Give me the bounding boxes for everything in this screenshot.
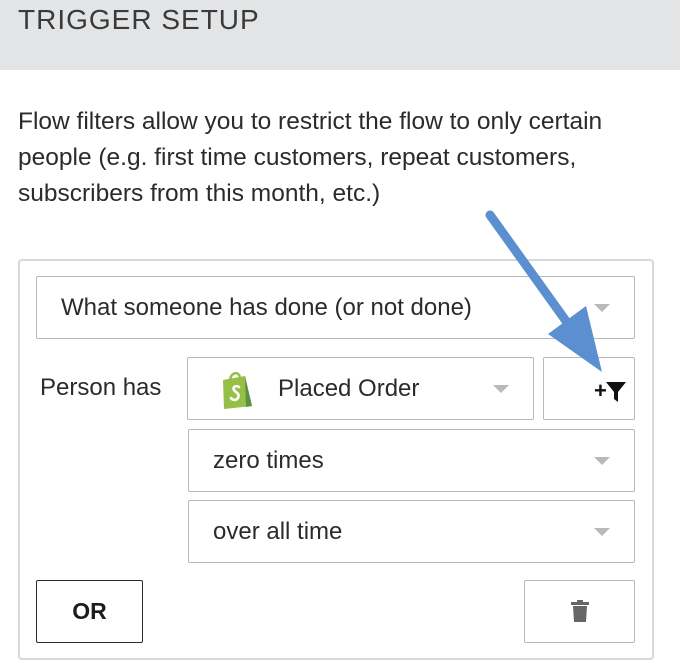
frequency-value: zero times — [213, 446, 324, 474]
frequency-select[interactable]: zero times — [188, 429, 635, 492]
funnel-icon — [606, 382, 626, 402]
timeframe-select[interactable]: over all time — [188, 500, 635, 563]
condition-type-select[interactable]: What someone has done (or not done) — [36, 276, 635, 339]
flow-filter-description: Flow filters allow you to restrict the f… — [18, 108, 603, 207]
timeframe-value: over all time — [213, 517, 343, 545]
plus-icon: + — [594, 378, 607, 403]
delete-button[interactable] — [524, 580, 635, 643]
condition-type-value: What someone has done (or not done) — [61, 293, 472, 321]
add-filter-button[interactable]: + — [543, 357, 635, 420]
shopify-bag-icon — [223, 372, 252, 409]
trigger-setup-header: TRIGGER SETUP — [0, 0, 680, 70]
event-select[interactable]: Placed Order — [187, 357, 534, 420]
chevron-down-icon — [594, 527, 610, 536]
person-has-label: Person has — [40, 374, 162, 401]
chevron-down-icon — [493, 384, 509, 393]
or-button[interactable]: OR — [36, 580, 143, 643]
chevron-down-icon — [594, 456, 610, 465]
header-title: TRIGGER SETUP — [18, 4, 260, 35]
chevron-down-icon — [594, 303, 610, 312]
event-value: Placed Order — [278, 374, 420, 402]
trash-icon — [571, 600, 589, 622]
